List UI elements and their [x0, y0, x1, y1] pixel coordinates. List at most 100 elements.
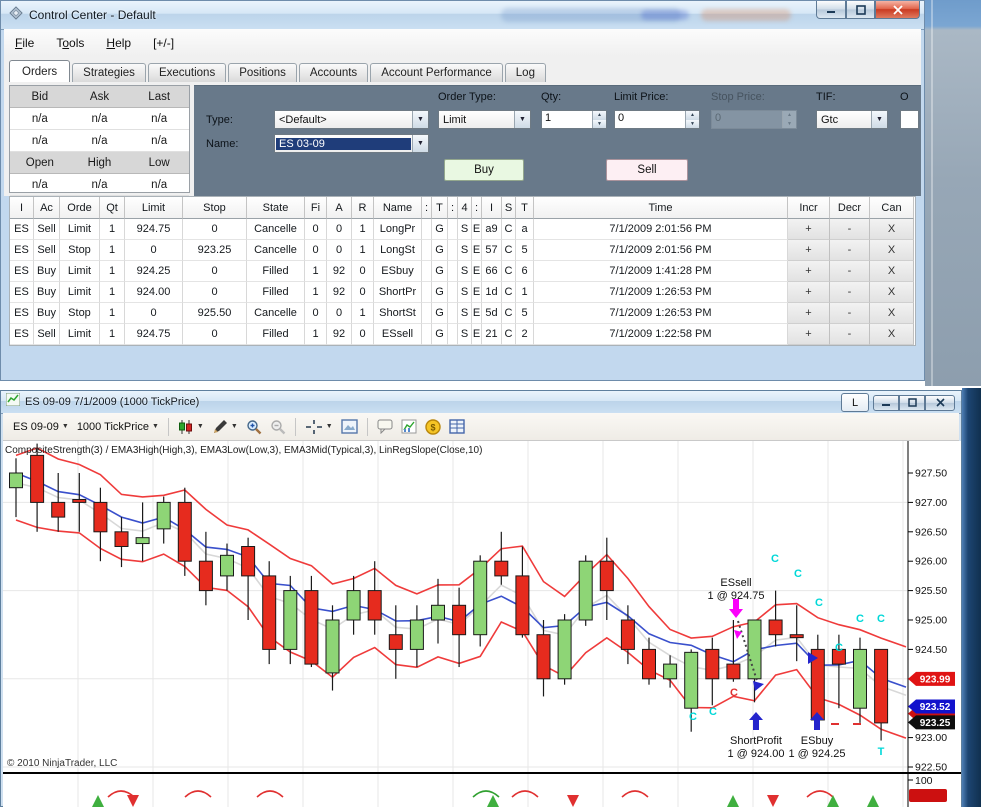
menu-item-help[interactable]: Help [95, 32, 142, 54]
column-header[interactable]: Qt [100, 197, 125, 219]
crosshair-button[interactable]: ▼ [302, 417, 336, 437]
cancel-button[interactable]: X [870, 303, 914, 324]
increase-button[interactable]: + [788, 303, 830, 324]
instrument-selector[interactable]: ES 09-09 ▼ [9, 419, 73, 435]
column-header[interactable]: I [10, 197, 34, 219]
cancel-button[interactable]: X [870, 324, 914, 345]
chart-close-button[interactable] [925, 394, 955, 411]
cancel-button[interactable]: X [870, 219, 914, 240]
column-header[interactable]: Ac [34, 197, 60, 219]
link-button[interactable]: L [841, 393, 869, 412]
price-chart[interactable]: 927.50 927.00 926.50 926.00 925.50 925.00 924.… [3, 441, 961, 807]
cancel-button[interactable]: X [870, 261, 914, 282]
data-grid-button[interactable] [446, 417, 468, 436]
decrease-button[interactable]: - [830, 219, 870, 240]
atm-strategy-select[interactable]: <Default> ▼ [274, 110, 429, 129]
snapshot-button[interactable] [338, 417, 361, 436]
column-header[interactable]: : [448, 197, 458, 219]
oco-field[interactable] [900, 110, 919, 129]
chart-style-button[interactable]: ▼ [175, 417, 207, 437]
increase-button[interactable]: + [788, 261, 830, 282]
decrease-button[interactable]: - [830, 324, 870, 345]
table-row[interactable]: ES Sell Limit 1 924.75 0 Cancelle 0 0 1 LongPr G S Ea… [10, 219, 915, 240]
table-cell: ES [10, 240, 34, 261]
tab-strategies[interactable]: Strategies [72, 63, 146, 82]
cc-minimize-button[interactable] [816, 1, 846, 19]
chart-minimize-button[interactable] [873, 394, 899, 411]
column-header[interactable]: Decr [830, 197, 870, 219]
column-header[interactable]: State [247, 197, 305, 219]
chart-titlebar[interactable]: ES 09-09 7/1/2009 (1000 TickPrice) L [1, 391, 961, 414]
comment-button[interactable] [374, 417, 396, 436]
interval-selector[interactable]: 1000 TickPrice ▼ [73, 419, 163, 435]
stepper-arrows[interactable]: ▲ ▼ [592, 111, 606, 128]
menu-item-file[interactable]: File [4, 32, 45, 54]
tab-orders[interactable]: Orders [9, 60, 71, 82]
tab-executions[interactable]: Executions [147, 63, 227, 82]
column-header[interactable]: 4 [458, 197, 472, 219]
instrument-name-select[interactable]: ES 03-09 ▼ [274, 134, 429, 153]
column-header[interactable]: Stop [183, 197, 247, 219]
sell-button[interactable]: Sell [606, 159, 688, 181]
increase-button[interactable]: + [788, 240, 830, 261]
table-row[interactable]: ES Buy Limit 1 924.25 0 Filled 1 92 0 ESbuy G S E 66 C 6… [10, 261, 915, 282]
chevron-down-icon[interactable]: ▼ [871, 111, 887, 128]
cancel-button[interactable]: X [870, 240, 914, 261]
mini-chart-button[interactable] [398, 417, 420, 436]
increase-button[interactable]: + [788, 282, 830, 303]
tab-account-performance[interactable]: Account Performance [370, 63, 503, 82]
candle-body [114, 531, 129, 548]
chevron-down-icon[interactable]: ▼ [412, 135, 428, 152]
column-header[interactable]: A [327, 197, 352, 219]
column-header[interactable]: Orde [60, 197, 100, 219]
column-header[interactable]: I [482, 197, 502, 219]
table-row[interactable]: ES Sell Stop 1 0 923.25 Cancelle 0 0 1 LongSt G S E 57… [10, 240, 915, 261]
chevron-down-icon[interactable]: ▼ [412, 111, 428, 128]
column-header[interactable]: Limit [125, 197, 183, 219]
column-header[interactable]: Incr [788, 197, 830, 219]
cc-close-button[interactable] [875, 1, 920, 19]
column-header[interactable]: Time [534, 197, 788, 219]
decrease-button[interactable]: - [830, 261, 870, 282]
zoom-out-button[interactable] [267, 417, 289, 437]
table-row[interactable]: ES Buy Limit 1 924.00 0 Filled 1 92 0 ShortPr G S E 1d… [10, 282, 915, 303]
column-header[interactable]: Name [374, 197, 422, 219]
column-header[interactable]: R [352, 197, 374, 219]
tab-accounts[interactable]: Accounts [298, 63, 369, 82]
column-header[interactable]: T [432, 197, 448, 219]
price-axis[interactable]: 927.50 927.00 926.50 926.00 925.50 925.00 924.… [907, 441, 947, 807]
increase-button[interactable]: + [788, 219, 830, 240]
chart-maximize-button[interactable] [899, 394, 925, 411]
column-header[interactable]: Can [870, 197, 914, 219]
coin-button[interactable]: $ [422, 417, 444, 437]
chevron-down-icon[interactable]: ▼ [514, 111, 530, 128]
increase-button[interactable]: + [788, 324, 830, 345]
stepper-arrows[interactable]: ▲ ▼ [685, 111, 699, 128]
column-header[interactable]: : [422, 197, 432, 219]
column-header[interactable]: T [516, 197, 534, 219]
column-header[interactable]: Fi [305, 197, 327, 219]
column-header[interactable]: : [472, 197, 482, 219]
cc-maximize-button[interactable] [846, 1, 875, 19]
table-cell: 1 [100, 219, 125, 240]
decrease-button[interactable]: - [830, 240, 870, 261]
zoom-in-button[interactable] [243, 417, 265, 437]
tif-select[interactable]: Gtc ▼ [816, 110, 888, 129]
column-header[interactable]: S [502, 197, 516, 219]
buy-button[interactable]: Buy [444, 159, 524, 181]
quantity-stepper[interactable]: 1 ▲ ▼ [541, 110, 607, 129]
drawing-tools-button[interactable]: ▼ [209, 417, 241, 437]
cancel-button[interactable]: X [870, 282, 914, 303]
decrease-button[interactable]: - [830, 303, 870, 324]
menu-item-[interactable]: [+/-] [142, 32, 185, 54]
chart-plot-area[interactable]: 927.50 927.00 926.50 926.00 925.50 925.00 924.… [3, 441, 961, 807]
limit-price-stepper[interactable]: 0 ▲ ▼ [614, 110, 700, 129]
cc-titlebar[interactable]: Control Center - Default [1, 1, 924, 30]
menu-item-tools[interactable]: Tools [45, 32, 95, 54]
tab-log[interactable]: Log [504, 63, 546, 82]
table-row[interactable]: ES Buy Stop 1 0 925.50 Cancelle 0 0 1 ShortSt G S E 5d… [10, 303, 915, 324]
decrease-button[interactable]: - [830, 282, 870, 303]
table-row[interactable]: ES Sell Limit 1 924.75 0 Filled 1 92 0 ESsell G S E 21… [10, 324, 915, 345]
order-type-select[interactable]: Limit ▼ [438, 110, 531, 129]
tab-positions[interactable]: Positions [228, 63, 297, 82]
